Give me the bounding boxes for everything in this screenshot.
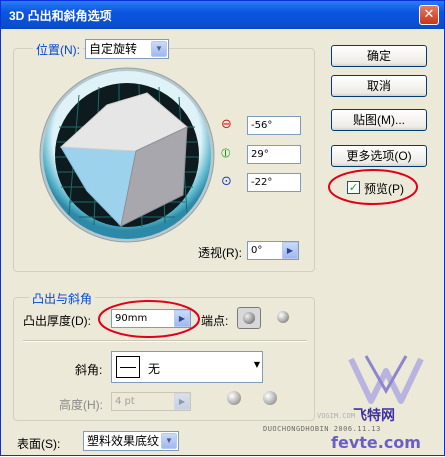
- more-options-button[interactable]: 更多选项(O): [331, 145, 427, 167]
- rotate-z-field[interactable]: -22°: [247, 173, 301, 192]
- position-select[interactable]: 自定旋转 ▼: [85, 39, 169, 59]
- depth-field[interactable]: 90mm ▶: [111, 309, 191, 328]
- extrude-group-title: 凸出与斜角: [29, 290, 96, 307]
- watermark-domain: fevte.com: [331, 433, 421, 452]
- rotate-y-field[interactable]: 29°: [247, 145, 301, 164]
- watermark-logo: [341, 351, 431, 411]
- arrow-right-icon[interactable]: ▶: [282, 242, 298, 259]
- cap-off-icon[interactable]: [273, 307, 293, 327]
- bevel-preview-icon: [116, 356, 140, 378]
- watermark-text-right: VOGIM.COM: [317, 412, 355, 420]
- chevron-down-icon: ▼: [151, 41, 167, 57]
- perspective-value: 0°: [251, 245, 263, 256]
- cap-label: 端点:: [201, 314, 229, 328]
- rotate-x-field[interactable]: -56°: [247, 116, 301, 135]
- arrow-right-icon: ▶: [174, 393, 190, 410]
- position-value: 自定旋转: [89, 42, 138, 56]
- height-label: 高度(H):: [59, 398, 103, 412]
- perspective-field[interactable]: 0° ▶: [247, 241, 299, 260]
- surface-select[interactable]: 塑料效果底纹 ▼: [83, 431, 179, 451]
- rotate-x-value: -56°: [251, 120, 273, 131]
- watermark-text-left: DUOCHONGDHOBIN 2006.11.13: [263, 425, 381, 433]
- close-icon[interactable]: ✕: [419, 5, 439, 25]
- surface-label: 表面(S):: [17, 437, 61, 451]
- ok-button[interactable]: 确定: [331, 45, 427, 67]
- preview-label: 预览(P): [364, 182, 404, 196]
- window-title: 3D 凸出和斜角选项: [9, 9, 112, 23]
- position-label: 位置(N):: [33, 41, 83, 58]
- rotate-z-value: -22°: [251, 177, 273, 188]
- bevel-in-icon[interactable]: [263, 391, 277, 405]
- map-button[interactable]: 贴图(M)...: [331, 109, 427, 131]
- height-value: 4 pt: [115, 396, 135, 407]
- depth-value: 90mm: [115, 313, 148, 324]
- watermark-brand: 飞特网: [353, 408, 395, 424]
- depth-label: 凸出厚度(D):: [23, 314, 91, 328]
- chevron-down-icon: ▼: [161, 433, 177, 449]
- cancel-button[interactable]: 取消: [331, 75, 427, 97]
- preview-checkbox[interactable]: ✓: [347, 181, 360, 194]
- rotate-z-icon: ⊙: [221, 174, 232, 189]
- rotate-y-icon: ⦶: [221, 146, 231, 161]
- arrow-right-icon[interactable]: ▶: [174, 310, 190, 327]
- bevel-label: 斜角:: [75, 363, 103, 377]
- height-field[interactable]: 4 pt ▶: [111, 392, 191, 411]
- bevel-out-icon[interactable]: [227, 391, 241, 405]
- chevron-down-icon: ▼: [253, 360, 260, 369]
- perspective-label: 透视(R):: [198, 246, 242, 260]
- bevel-value: 无: [148, 362, 161, 376]
- rotate-x-icon: ⊖: [221, 117, 232, 132]
- dialog-window: 3D 凸出和斜角选项 ✕ 位置(N): 自定旋转 ▼ ⊖ -56° ⦶ 29° …: [0, 0, 445, 456]
- track-cube[interactable]: [39, 67, 215, 243]
- cap-on-icon[interactable]: [237, 307, 261, 329]
- rotate-y-value: 29°: [251, 149, 269, 160]
- divider: [23, 340, 307, 342]
- title-bar[interactable]: 3D 凸出和斜角选项 ✕: [1, 1, 444, 29]
- surface-value: 塑料效果底纹: [87, 434, 160, 448]
- bevel-select[interactable]: 无 ▼: [111, 351, 263, 383]
